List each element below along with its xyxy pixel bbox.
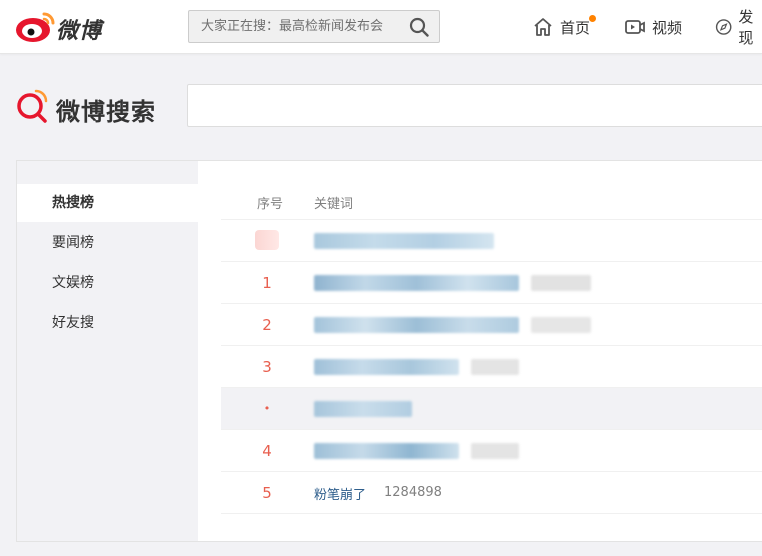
sidebar-item-hot[interactable]: 热搜榜 [17, 184, 198, 222]
blurred-count [471, 443, 519, 459]
header-rank: 序号 [257, 197, 284, 212]
table-row[interactable]: 4 [221, 429, 762, 472]
compass-icon [715, 19, 732, 35]
nav-video-label: 视频 [652, 18, 683, 37]
weibo-search-logo-icon [17, 89, 48, 123]
home-icon [534, 18, 552, 36]
table-row[interactable]: 1 [221, 261, 762, 304]
notification-dot [589, 14, 597, 22]
search-icon[interactable] [409, 17, 429, 37]
main-search-input[interactable] [187, 84, 762, 127]
search-page-title: 微博搜索 [56, 98, 156, 126]
blurred-keyword [314, 401, 412, 417]
blurred-count [531, 275, 591, 291]
blurred-keyword [314, 275, 519, 291]
nav-discover[interactable]: 发现 [715, 8, 762, 47]
table-row[interactable]: 3 [221, 345, 762, 388]
sidebar-item-entertainment[interactable]: 文娱榜 [17, 264, 198, 302]
keyword-link[interactable]: 粉笔崩了 [314, 484, 366, 503]
rank-number: 1 [262, 274, 272, 292]
rank-number: 4 [262, 442, 272, 460]
weibo-eye-icon [16, 12, 55, 42]
rank-number: 5 [262, 484, 272, 502]
sidebar-item-news[interactable]: 要闻榜 [17, 224, 198, 262]
blurred-count [531, 317, 591, 333]
top-nav-bar: 微博 首页 视频 发现 [0, 0, 762, 54]
video-icon [625, 20, 645, 34]
sidebar: 热搜榜 要闻榜 文娱榜 好友搜 [17, 161, 198, 541]
search-count: 1284898 [384, 485, 442, 500]
nav-home-label: 首页 [560, 18, 591, 37]
blurred-count [471, 359, 519, 375]
blurred-keyword [314, 317, 519, 333]
table-row[interactable] [221, 219, 762, 262]
nav-discover-label: 发现 [738, 8, 754, 47]
promo-dot: • [263, 402, 271, 415]
nav-home[interactable]: 首页 [532, 14, 597, 39]
global-search-box [188, 10, 440, 43]
global-search-input[interactable] [189, 11, 411, 42]
nav-video[interactable]: 视频 [624, 15, 682, 39]
hot-search-panel: 热搜榜 要闻榜 文娱榜 好友搜 序号 关键词 1 2 3 • 4 5 粉笔崩了 … [16, 160, 762, 542]
table-row[interactable]: • [221, 387, 762, 430]
table-row[interactable]: 2 [221, 303, 762, 346]
pinned-badge [255, 230, 279, 250]
table-row[interactable]: 5 粉笔崩了 1284898 [221, 471, 762, 514]
rank-number: 3 [262, 358, 272, 376]
blurred-keyword [314, 233, 494, 249]
sidebar-item-friends[interactable]: 好友搜 [17, 304, 198, 342]
blurred-keyword [314, 443, 459, 459]
header-keyword: 关键词 [314, 197, 354, 212]
logo-text: 微博 [56, 19, 103, 44]
rank-number: 2 [262, 316, 272, 334]
blurred-keyword [314, 359, 459, 375]
table-row [221, 513, 762, 556]
